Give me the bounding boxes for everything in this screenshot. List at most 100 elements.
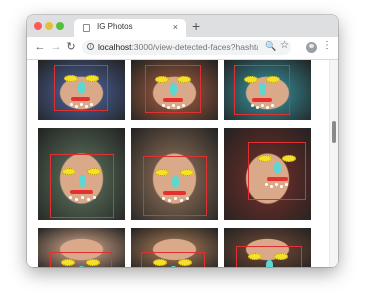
minimize-window-button[interactable] — [45, 22, 53, 30]
eye-landmark — [155, 76, 169, 83]
face-bounding-box — [50, 252, 112, 267]
eye-landmark — [282, 155, 296, 162]
eye-landmark — [180, 169, 194, 176]
landmark-dot — [180, 199, 183, 202]
face-photo-5[interactable] — [131, 128, 218, 220]
eye-landmark — [244, 76, 258, 83]
mouth-landmark — [70, 190, 93, 194]
landmark-dot — [167, 106, 170, 109]
mouth-landmark — [71, 97, 90, 101]
landmark-dot — [75, 105, 78, 108]
landmark-dot — [168, 199, 171, 202]
landmark-dot — [162, 104, 165, 107]
tab-bar: IG Photos × + — [27, 15, 338, 37]
eye-landmark — [85, 75, 99, 82]
nose-landmark — [79, 175, 86, 187]
nose-landmark — [274, 162, 281, 174]
eye-landmark — [155, 169, 169, 176]
nose-landmark — [78, 266, 85, 267]
address-bar[interactable]: i localhost:3000/view-detected-faces?has… — [82, 40, 291, 55]
face-photo-2[interactable] — [131, 60, 218, 120]
mouth-landmark — [163, 98, 183, 102]
eye-landmark — [177, 76, 191, 83]
face-bounding-box — [141, 252, 205, 267]
face-photo-1[interactable] — [38, 60, 125, 120]
landmark-dot — [271, 104, 274, 107]
eye-landmark — [266, 76, 280, 83]
eye-landmark — [86, 259, 100, 266]
face-photo-6[interactable] — [224, 128, 311, 220]
zoom-icon[interactable]: 🔍 — [265, 41, 276, 52]
mouth-landmark — [252, 98, 272, 102]
face-photo-7[interactable] — [38, 228, 125, 267]
mouth-landmark — [267, 177, 288, 181]
landmark-dot — [172, 104, 175, 107]
landmark-dot — [270, 185, 273, 188]
landmark-dot — [275, 183, 278, 186]
photo-grid — [27, 60, 338, 267]
landmark-dot — [261, 104, 264, 107]
landmark-dot — [81, 196, 84, 199]
tab-title: IG Photos — [97, 22, 133, 31]
nose-landmark — [78, 82, 85, 94]
eye-landmark — [64, 75, 78, 82]
eye-landmark — [87, 168, 101, 175]
landmark-dot — [90, 103, 93, 106]
scrollbar[interactable] — [329, 60, 338, 267]
url-host: localhost — [98, 42, 132, 52]
close-tab-icon[interactable]: × — [173, 21, 178, 33]
menu-icon[interactable]: ⋮ — [322, 40, 332, 51]
landmark-dot — [70, 103, 73, 106]
url-text[interactable]: localhost:3000/view-detected-faces?hasht… — [98, 42, 258, 52]
page-icon — [83, 24, 90, 32]
eye-landmark — [248, 253, 262, 260]
new-tab-button[interactable]: + — [192, 19, 200, 33]
eye-landmark — [178, 259, 192, 266]
scrollbar-thumb[interactable] — [332, 121, 336, 143]
nose-landmark — [172, 176, 179, 188]
close-window-button[interactable] — [34, 22, 42, 30]
nose-landmark — [170, 266, 177, 267]
face-photo-8[interactable] — [131, 228, 218, 267]
reload-icon[interactable]: ↻ — [65, 41, 77, 53]
eye-landmark — [258, 155, 272, 162]
landmark-dot — [280, 185, 283, 188]
url-path: :3000/view-detected-faces?hashtag=f... — [131, 42, 258, 52]
mouth-landmark — [163, 191, 186, 195]
browser-tab[interactable]: IG Photos × — [74, 19, 186, 37]
eye-landmark — [62, 168, 76, 175]
eye-landmark — [61, 259, 75, 266]
landmark-dot — [285, 183, 288, 186]
landmark-dot — [186, 197, 189, 200]
landmark-dot — [182, 104, 185, 107]
landmark-dot — [266, 106, 269, 109]
landmark-dot — [256, 106, 259, 109]
maximize-window-button[interactable] — [56, 22, 64, 30]
forward-icon[interactable]: → — [50, 41, 62, 53]
browser-window: IG Photos × + ← → ↻ i localhost:3000/vie… — [27, 15, 338, 267]
nose-landmark — [266, 260, 273, 267]
toolbar: ← → ↻ i localhost:3000/view-detected-fac… — [27, 37, 338, 60]
landmark-dot — [87, 198, 90, 201]
landmark-dot — [251, 104, 254, 107]
bookmark-star-icon[interactable]: ☆ — [280, 40, 289, 51]
eye-landmark — [274, 253, 288, 260]
landmark-dot — [93, 196, 96, 199]
landmark-dot — [162, 197, 165, 200]
landmark-dot — [69, 196, 72, 199]
landmark-dot — [85, 105, 88, 108]
eye-landmark — [153, 259, 167, 266]
landmark-dot — [80, 103, 83, 106]
info-icon[interactable]: i — [87, 43, 94, 50]
face-photo-3[interactable] — [224, 60, 311, 120]
profile-avatar[interactable] — [306, 42, 317, 53]
landmark-dot — [75, 198, 78, 201]
landmark-dot — [265, 183, 268, 186]
nose-landmark — [170, 83, 177, 95]
landmark-dot — [174, 197, 177, 200]
back-icon[interactable]: ← — [34, 41, 46, 53]
nose-landmark — [259, 83, 266, 95]
landmark-dot — [177, 106, 180, 109]
face-photo-4[interactable] — [38, 128, 125, 220]
face-photo-9[interactable] — [224, 228, 311, 267]
